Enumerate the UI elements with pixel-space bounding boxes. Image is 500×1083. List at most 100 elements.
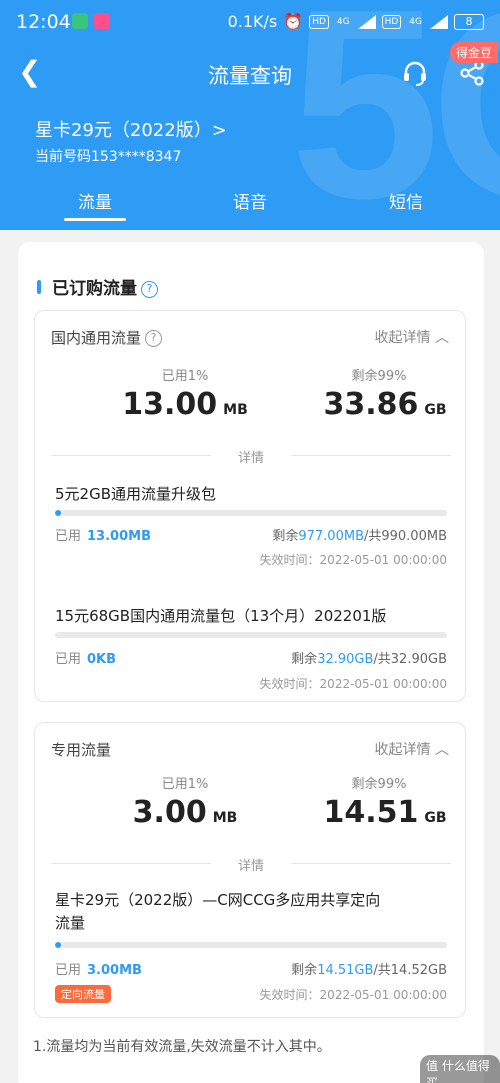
section-marker (37, 280, 41, 294)
tab-bar: 流量 语音 短信 (0, 188, 500, 228)
used-label: 已用 (55, 529, 82, 544)
divider-right (291, 455, 451, 456)
package-expire: 失效时间：2022-05-01 00:00:00 (259, 677, 447, 691)
package-progress (55, 632, 447, 638)
signal-icon-1 (357, 14, 376, 29)
used-amount: 13.00 MB (85, 387, 285, 422)
collapse-details-label: 收起详情 (374, 330, 431, 346)
hd-chip-2: HD (381, 14, 402, 29)
hd-chip-1: HD (309, 14, 329, 29)
remain-amount: 14.51 GB (285, 795, 485, 830)
plan-name[interactable]: 星卡29元（2022版）> (35, 116, 227, 142)
app-notification-icon (94, 13, 110, 29)
remain-amount: 33.86 GB (285, 387, 485, 422)
signal-4g-2: 4G (409, 16, 422, 27)
gold-beans-badge[interactable]: 得金豆 (450, 42, 499, 63)
detail-divider: 详情 (51, 855, 451, 874)
package-name-line2: 流量 (55, 914, 86, 932)
remain-percent: 剩余99% (351, 777, 407, 792)
detail-divider: 详情 (51, 447, 451, 466)
card-title: 专用流量 (51, 741, 112, 759)
used-amount: 3.00 MB (85, 795, 285, 830)
tab-voice[interactable]: 语音 (233, 188, 267, 213)
header: 5G 12:04 0.1K/s ⏰ HD 4G HD 4G 8 ❮ 流量查询 (0, 0, 500, 230)
tab-data[interactable]: 流量 (78, 188, 112, 213)
detail-label: 详情 (237, 451, 264, 466)
package-expire: 失效时间：2022-05-01 00:00:00 (259, 553, 447, 567)
package-progress-fill (55, 510, 61, 516)
site-watermark: 值 什么值得买 (420, 1055, 500, 1083)
remain-value: 14.51 (323, 795, 419, 830)
alarm-icon: ⏰ (283, 12, 304, 31)
remain-total: /共32.90GB (373, 652, 447, 667)
package-name-line1: 星卡29元（2022版）—C网CCG多应用共享定向 (55, 891, 381, 909)
used-unit: MB (223, 402, 248, 418)
signal-4g-1: 4G (336, 16, 350, 27)
package-name: 5元2GB通用流量升级包 (55, 485, 217, 503)
dedicated-data-card: 专用流量 收起详情 ︿ 已用1% 剩余99% 3.00 MB 14.51 GB 详情… (34, 722, 466, 1018)
package-expire: 失效时间：2022-05-01 00:00:00 (259, 988, 447, 1002)
package-remain: 剩余14.51GB/共14.52GB (291, 959, 447, 978)
section-title-text: 已订购流量 (52, 279, 137, 299)
package-used: 已用 13.00MB (55, 525, 151, 544)
remain-prefix: 剩余 (291, 963, 318, 978)
section-title: 已订购流量? (52, 274, 158, 299)
package-used: 已用 3.00MB (55, 959, 142, 978)
used-value: 0KB (87, 652, 117, 667)
used-label: 已用 (55, 652, 82, 667)
domestic-data-card: 国内通用流量? 收起详情 ︿ 已用1% 剩余99% 13.00 MB 33.86 G… (34, 310, 466, 702)
battery-icon: 8 (454, 13, 484, 30)
remain-percent: 剩余99% (351, 369, 407, 384)
used-percent: 已用1% (161, 369, 209, 384)
help-icon[interactable]: ? (145, 330, 163, 347)
chevron-up-icon: ︿ (435, 330, 449, 346)
remain-total: /共14.52GB (373, 963, 447, 978)
remain-unit: GB (424, 402, 447, 418)
used-value: 3.00 (132, 795, 207, 830)
chevron-up-icon: ︿ (435, 742, 449, 758)
remain-prefix: 剩余 (291, 652, 318, 667)
detail-label: 详情 (237, 859, 264, 874)
phone-number: 当前号码153****8347 (35, 149, 182, 165)
remain-value: 33.86 (323, 387, 419, 422)
used-value: 13.00 (122, 387, 218, 422)
package-progress-fill (55, 942, 61, 948)
collapse-details-button[interactable]: 收起详情 ︿ (375, 327, 449, 347)
package-name: 星卡29元（2022版）—C网CCG多应用共享定向 流量 (55, 889, 380, 935)
used-value: 13.00MB (87, 529, 151, 544)
tab-sms[interactable]: 短信 (389, 188, 423, 213)
footnote: 1.流量均为当前有效流量,失效流量不计入其中。 (33, 1039, 331, 1055)
card-title-text: 国内通用流量 (51, 329, 142, 347)
package-remain: 剩余32.90GB/共32.90GB (291, 648, 447, 667)
status-right: 0.1K/s ⏰ HD 4G HD 4G 8 (228, 12, 484, 31)
directional-data-tag: 定向流量 (55, 985, 111, 1003)
nav-bar: ❮ 流量查询 (0, 48, 500, 98)
status-time: 12:04 (16, 11, 71, 33)
remain-value: 977.00MB (298, 529, 364, 544)
package-name: 15元68GB国内通用流量包（13个月）202201版 (55, 607, 387, 625)
network-speed: 0.1K/s (227, 12, 278, 31)
package-used: 已用 0KB (55, 648, 116, 667)
package-progress (55, 942, 447, 948)
help-icon[interactable]: ? (141, 281, 158, 298)
customer-service-icon[interactable] (400, 58, 430, 88)
signal-icon-2 (430, 14, 448, 29)
active-tab-indicator (64, 218, 126, 221)
used-unit: MB (212, 810, 238, 826)
collapse-details-label: 收起详情 (374, 742, 431, 758)
used-value: 3.00MB (87, 963, 142, 978)
used-percent: 已用1% (161, 777, 209, 792)
package-progress (55, 510, 447, 516)
collapse-details-button[interactable]: 收起详情 ︿ (375, 739, 449, 759)
remain-unit: GB (424, 810, 447, 826)
package-remain: 剩余977.00MB/共990.00MB (272, 525, 447, 544)
remain-value: 32.90GB (317, 652, 374, 667)
status-bar: 12:04 0.1K/s ⏰ HD 4G HD 4G 8 (0, 0, 500, 44)
card-title: 国内通用流量? (51, 327, 163, 348)
remain-value: 14.51GB (317, 963, 374, 978)
remain-total: /共990.00MB (363, 529, 447, 544)
used-label: 已用 (55, 963, 82, 978)
notification-icon (72, 13, 88, 29)
divider-right (291, 863, 451, 864)
remain-prefix: 剩余 (272, 529, 299, 544)
